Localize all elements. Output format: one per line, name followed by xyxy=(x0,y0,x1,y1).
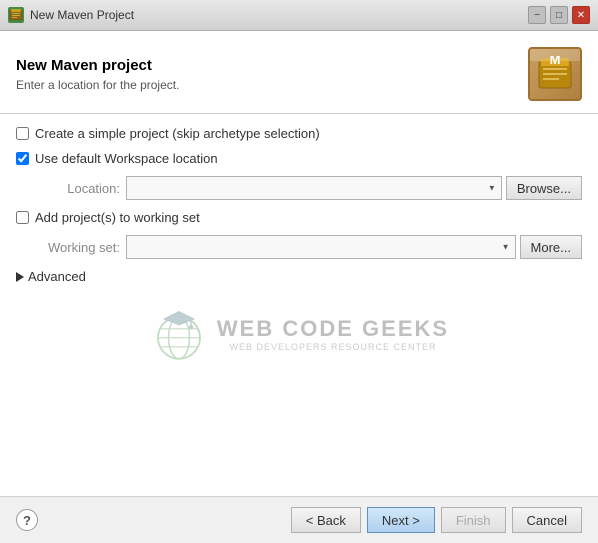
header-title: New Maven project xyxy=(16,57,528,74)
working-set-field-label: Working set: xyxy=(40,240,120,255)
working-set-field-row: Working set: ▼ More... xyxy=(16,235,582,259)
title-bar: New Maven Project − □ ✕ xyxy=(0,0,598,31)
form-section: Create a simple project (skip archetype … xyxy=(0,114,598,496)
default-workspace-label[interactable]: Use default Workspace location xyxy=(35,151,218,166)
browse-button[interactable]: Browse... xyxy=(506,176,582,200)
advanced-row: Advanced xyxy=(16,269,582,284)
default-workspace-checkbox[interactable] xyxy=(16,152,29,165)
working-set-row: Add project(s) to working set xyxy=(16,210,582,225)
watermark-globe-icon xyxy=(149,304,209,364)
simple-project-checkbox[interactable] xyxy=(16,127,29,140)
simple-project-row: Create a simple project (skip archetype … xyxy=(16,126,582,141)
working-set-label[interactable]: Add project(s) to working set xyxy=(35,210,200,225)
advanced-label[interactable]: Advanced xyxy=(28,269,86,284)
watermark-text-block: WEB CODE GEEKS WEB DEVELOPERS RESOURCE C… xyxy=(217,316,449,352)
minimize-button[interactable]: − xyxy=(528,6,546,24)
location-select[interactable] xyxy=(126,176,502,200)
window-title: New Maven Project xyxy=(30,8,522,22)
watermark-logo: WEB CODE GEEKS WEB DEVELOPERS RESOURCE C… xyxy=(149,304,449,364)
svg-text:M: M xyxy=(550,56,561,67)
working-set-input-group: ▼ More... xyxy=(126,235,582,259)
help-button[interactable]: ? xyxy=(16,509,38,531)
window-icon xyxy=(8,7,24,23)
working-set-select-wrapper: ▼ xyxy=(126,235,516,259)
maximize-button[interactable]: □ xyxy=(550,6,568,24)
default-workspace-row: Use default Workspace location xyxy=(16,151,582,166)
advanced-triangle-icon[interactable] xyxy=(16,272,24,282)
dialog-content: New Maven project Enter a location for t… xyxy=(0,31,598,543)
watermark-content: WEB CODE GEEKS WEB DEVELOPERS RESOURCE C… xyxy=(149,304,449,364)
finish-button[interactable]: Finish xyxy=(441,507,506,533)
working-set-checkbox[interactable] xyxy=(16,211,29,224)
simple-project-label[interactable]: Create a simple project (skip archetype … xyxy=(35,126,320,141)
location-row: Location: ▼ Browse... xyxy=(16,176,582,200)
header-subtitle: Enter a location for the project. xyxy=(16,78,528,92)
location-label: Location: xyxy=(40,181,120,196)
next-button[interactable]: Next > xyxy=(367,507,435,533)
footer-buttons: < Back Next > Finish Cancel xyxy=(291,507,582,533)
back-button[interactable]: < Back xyxy=(291,507,361,533)
close-button[interactable]: ✕ xyxy=(572,6,590,24)
window-controls: − □ ✕ xyxy=(528,6,590,24)
location-input-group: ▼ Browse... xyxy=(126,176,582,200)
more-button[interactable]: More... xyxy=(520,235,582,259)
watermark-sub-text: WEB DEVELOPERS RESOURCE CENTER xyxy=(217,342,449,352)
watermark-area: WEB CODE GEEKS WEB DEVELOPERS RESOURCE C… xyxy=(16,284,582,384)
working-set-select[interactable] xyxy=(126,235,516,259)
footer-left: ? xyxy=(16,509,38,531)
header-text: New Maven project Enter a location for t… xyxy=(16,57,528,92)
header-section: New Maven project Enter a location for t… xyxy=(0,31,598,114)
maven-icon: M xyxy=(528,47,582,101)
footer-section: ? < Back Next > Finish Cancel xyxy=(0,496,598,543)
watermark-main-text: WEB CODE GEEKS xyxy=(217,316,449,342)
cancel-button[interactable]: Cancel xyxy=(512,507,582,533)
location-select-wrapper: ▼ xyxy=(126,176,502,200)
